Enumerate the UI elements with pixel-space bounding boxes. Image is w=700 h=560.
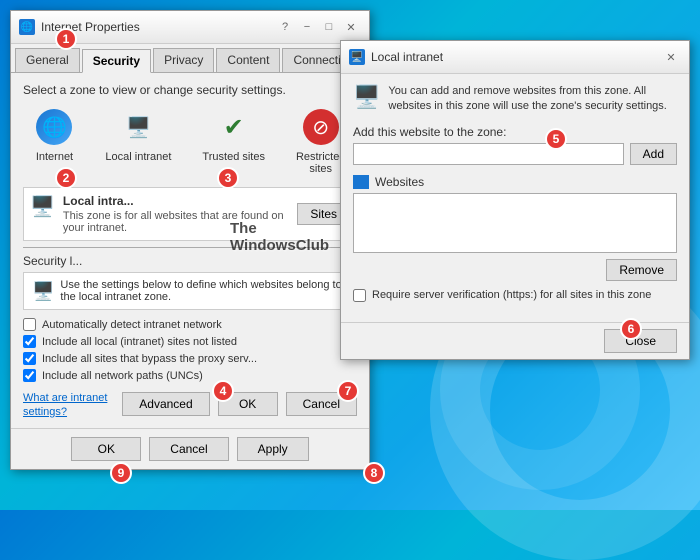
zone-selected-icon: 🖥️ — [30, 194, 55, 219]
footer-cancel-button[interactable]: Cancel — [149, 437, 228, 461]
server-verify-checkbox[interactable] — [353, 289, 366, 302]
titlebar-controls: ? − □ ✕ — [275, 17, 361, 37]
trusted-icon-img: ✔ — [214, 107, 254, 147]
include-local-checkbox[interactable] — [23, 335, 36, 348]
internet-label: Internet — [36, 151, 73, 163]
zone-info-text: Local intra... This zone is for all webs… — [63, 194, 289, 234]
title-left: 🌐 Internet Properties — [19, 19, 140, 35]
checkbox-bypass-proxy: Include all sites that bypass the proxy … — [23, 352, 357, 365]
zone-info-box: 🖥️ Local intra... This zone is for all w… — [23, 187, 357, 241]
intranet-title-left: 🖥️ Local intranet — [349, 49, 443, 65]
bypass-proxy-checkbox[interactable] — [23, 352, 36, 365]
checkboxes-section: Automatically detect intranet network In… — [23, 318, 357, 382]
badge-7: 7 — [337, 380, 359, 402]
footer-apply-button[interactable]: Apply — [237, 437, 309, 461]
sub-dialog: 🖥️ Use the settings below to define whic… — [23, 272, 357, 310]
network-paths-checkbox[interactable] — [23, 369, 36, 382]
websites-label: Websites — [353, 175, 677, 189]
tab-privacy[interactable]: Privacy — [153, 48, 214, 72]
badge-1: 1 — [55, 28, 77, 50]
tab-general[interactable]: General — [15, 48, 80, 72]
maximize-button[interactable]: □ — [319, 17, 339, 37]
checkbox-network-paths: Include all network paths (UNCs) — [23, 369, 357, 382]
intranet-dialog-content: 🖥️ You can add and remove websites from … — [341, 74, 689, 322]
internet-properties-window: 🌐 Internet Properties ? − □ ✕ General Se… — [10, 10, 370, 470]
badge-2: 2 — [55, 167, 77, 189]
zone-local-intranet[interactable]: 🖥️ Local intranet — [105, 107, 171, 175]
zone-icons-row: 🌐 Internet 🖥️ Local intranet ✔ Trusted s… — [23, 107, 357, 175]
restricted-sites-label: Restrictedsites — [296, 151, 346, 175]
badge-9: 9 — [110, 462, 132, 484]
add-website-button[interactable]: Add — [630, 143, 677, 165]
intranet-header-row: 🖥️ You can add and remove websites from … — [353, 84, 677, 115]
intranet-dialog-icon: 🖥️ — [349, 49, 365, 65]
minimize-button[interactable]: − — [297, 17, 317, 37]
badge-5: 5 — [545, 128, 567, 150]
tab-security[interactable]: Security — [82, 49, 151, 73]
restricted-circle-icon: ⊘ — [303, 109, 339, 145]
intranet-titlebar: 🖥️ Local intranet ✕ — [341, 41, 689, 74]
websites-label-text: Websites — [375, 175, 424, 189]
intranet-settings-link[interactable]: What are intranet settings? — [23, 392, 107, 418]
globe-icon: 🌐 — [36, 109, 72, 145]
zone-name: Local intra... — [63, 194, 289, 208]
local-intranet-icon-img: 🖥️ — [118, 107, 158, 147]
restricted-icon-img: ⊘ — [301, 107, 341, 147]
auto-detect-label: Automatically detect intranet network — [42, 319, 222, 331]
intranet-header-text: You can add and remove websites from thi… — [388, 84, 677, 115]
advanced-button[interactable]: Advanced — [122, 392, 209, 416]
badge-4: 4 — [212, 380, 234, 402]
remove-button[interactable]: Remove — [606, 259, 677, 281]
intranet-link-container: What are intranet settings? — [23, 390, 114, 418]
security-level-section: Security l... — [23, 247, 357, 268]
add-website-input[interactable] — [353, 143, 624, 165]
sub-dialog-icon: 🖥️ — [32, 281, 54, 302]
zone-internet[interactable]: 🌐 Internet — [34, 107, 74, 175]
bottom-buttons: What are intranet settings? Advanced OK … — [23, 390, 357, 418]
auto-detect-checkbox[interactable] — [23, 318, 36, 331]
badge-3: 3 — [217, 167, 239, 189]
add-website-row: Add — [353, 143, 677, 165]
local-intranet-dialog: 🖥️ Local intranet ✕ 🖥️ You can add and r… — [340, 40, 690, 360]
zone-description: This zone is for all websites that are f… — [63, 210, 289, 234]
zone-instruction: Select a zone to view or change security… — [23, 83, 357, 97]
local-intranet-label: Local intranet — [105, 151, 171, 163]
badge-8: 8 — [363, 462, 385, 484]
app-icon: 🌐 — [19, 19, 35, 35]
server-verify-row: Require server verification (https:) for… — [353, 289, 677, 302]
intranet-titlebar-controls: ✕ — [661, 47, 681, 67]
badge-6: 6 — [620, 318, 642, 340]
add-website-label: Add this website to the zone: — [353, 125, 677, 139]
tab-content[interactable]: Content — [216, 48, 280, 72]
internet-icon-img: 🌐 — [34, 107, 74, 147]
security-level-label: Security l... — [23, 254, 82, 268]
security-content: Select a zone to view or change security… — [11, 73, 369, 428]
intranet-header-icon: 🖥️ — [353, 84, 380, 110]
footer-ok-button[interactable]: OK — [71, 437, 141, 461]
sub-dialog-text: Use the settings below to define which w… — [60, 279, 348, 303]
zone-trusted-sites[interactable]: ✔ Trusted sites — [202, 107, 265, 175]
zone-restricted-sites[interactable]: ⊘ Restrictedsites — [296, 107, 346, 175]
bypass-proxy-label: Include all sites that bypass the proxy … — [42, 353, 257, 365]
trusted-sites-label: Trusted sites — [202, 151, 265, 163]
checkbox-auto-detect: Automatically detect intranet network — [23, 318, 357, 331]
close-button[interactable]: ✕ — [341, 17, 361, 37]
websites-listbox[interactable] — [353, 193, 677, 253]
intranet-dialog-title: Local intranet — [371, 50, 443, 64]
sub-dialog-row: 🖥️ Use the settings below to define whic… — [32, 279, 348, 303]
window-title: Internet Properties — [41, 20, 140, 34]
network-paths-label: Include all network paths (UNCs) — [42, 370, 203, 382]
include-local-label: Include all local (intranet) sites not l… — [42, 336, 237, 348]
computer-icon: 🖥️ — [120, 109, 156, 145]
server-verify-label: Require server verification (https:) for… — [372, 289, 651, 301]
checkmark-icon: ✔ — [216, 109, 252, 145]
intranet-close-x-button[interactable]: ✕ — [661, 47, 681, 67]
websites-label-icon — [353, 175, 369, 189]
main-footer: OK Cancel Apply — [11, 428, 369, 469]
checkbox-include-local: Include all local (intranet) sites not l… — [23, 335, 357, 348]
help-button[interactable]: ? — [275, 17, 295, 37]
